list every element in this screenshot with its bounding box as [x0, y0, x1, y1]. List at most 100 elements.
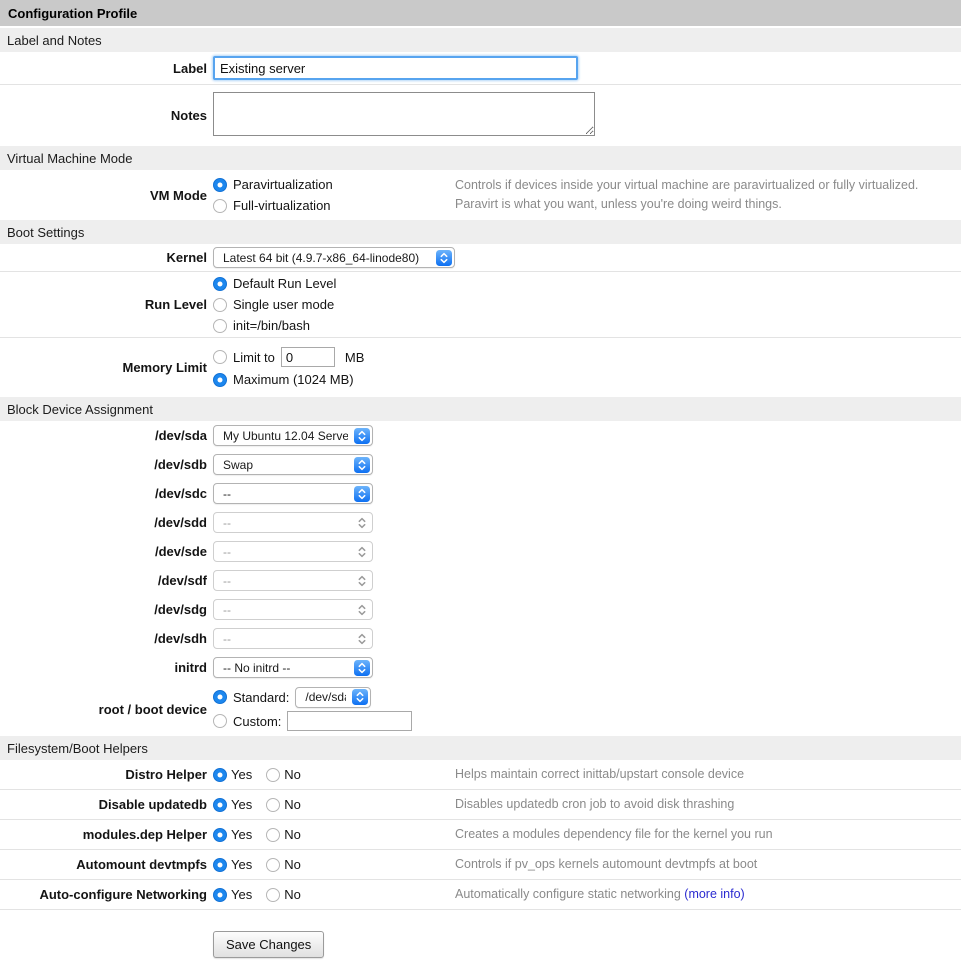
dev-sdd-select[interactable]: -- — [213, 512, 373, 533]
kernel-select[interactable]: Latest 64 bit (4.9.7-x86_64-linode80) — [213, 247, 455, 268]
disable-updatedb-label: Disable updatedb — [0, 797, 213, 812]
vm-mode-help-text: Controls if devices inside your virtual … — [455, 176, 918, 214]
select-stepper-icon — [352, 689, 368, 705]
automount-devtmpfs-help-text: Controls if pv_ops kernels automount dev… — [455, 855, 757, 874]
automount-devtmpfs-no-radio[interactable] — [266, 858, 280, 872]
notes-textarea[interactable] — [213, 92, 595, 136]
run-level-row: Run Level Default Run LevelSingle user m… — [0, 272, 961, 338]
initrd-select[interactable]: -- No initrd -- — [213, 657, 373, 678]
label-input[interactable] — [213, 56, 578, 80]
disable-updatedb-row: Disable updatedbYesNoDisables updatedb c… — [0, 790, 961, 820]
initrd-label: initrd — [0, 660, 213, 675]
dev-sdg-row: /dev/sdg-- — [0, 595, 453, 624]
select-stepper-icon — [354, 428, 370, 444]
modules-dep-helper-yes-radio[interactable] — [213, 828, 227, 842]
dev-sdc-select[interactable]: -- — [213, 483, 373, 504]
dev-sdg-label: /dev/sdg — [0, 602, 213, 617]
automount-devtmpfs-no-label: No — [284, 857, 301, 872]
root-device-select[interactable]: /dev/sda — [295, 687, 371, 708]
dev-sde-label: /dev/sde — [0, 544, 213, 559]
root-boot-device-label: root / boot device — [0, 702, 213, 717]
single-user-mode-radio-label: Single user mode — [233, 297, 334, 312]
dev-sdb-select[interactable]: Swap — [213, 454, 373, 475]
single-user-mode-radio[interactable] — [213, 298, 227, 312]
select-stepper-icon — [436, 250, 452, 266]
modules-dep-helper-label: modules.dep Helper — [0, 827, 213, 842]
section-label-and-notes: Label Notes — [0, 52, 961, 146]
dev-sda-select[interactable]: My Ubuntu 12.04 Server — [213, 425, 373, 446]
auto-configure-networking-yes-radio[interactable] — [213, 888, 227, 902]
auto-configure-networking-label: Auto-configure Networking — [0, 887, 213, 902]
distro-helper-no-label: No — [284, 767, 301, 782]
configuration-profile-page: Configuration Profile Label and Notes La… — [0, 0, 961, 978]
distro-helper-row: Distro Helper Yes No Helps maintain correct… — [0, 760, 961, 790]
auto-configure-networking-no-radio[interactable] — [266, 888, 280, 902]
dev-sdd-row: /dev/sdd-- — [0, 508, 453, 537]
default-run-level-radio[interactable] — [213, 277, 227, 291]
modules-dep-helper-help-text: Creates a modules dependency file for th… — [455, 825, 773, 844]
root-custom-input[interactable] — [287, 711, 412, 731]
distro-helper-label: Distro Helper — [0, 767, 213, 782]
more-info-link[interactable]: (more info) — [684, 887, 744, 901]
root-custom-radio[interactable] — [213, 714, 227, 728]
automount-devtmpfs-label: Automount devtmpfs — [0, 857, 213, 872]
distro-helper-no-radio[interactable] — [266, 768, 280, 782]
auto-configure-networking-yes-label: Yes — [231, 887, 252, 902]
disable-updatedb-no-radio[interactable] — [266, 798, 280, 812]
dev-sdc-label: /dev/sdc — [0, 486, 213, 501]
root-standard-radio[interactable] — [213, 690, 227, 704]
automount-devtmpfs-yes-radio[interactable] — [213, 858, 227, 872]
memory-limit-label: Memory Limit — [0, 360, 213, 375]
dev-sde-row: /dev/sde-- — [0, 537, 453, 566]
distro-helper-yes-label: Yes — [231, 767, 252, 782]
auto-configure-networking-no-label: No — [284, 887, 301, 902]
memory-limit-to-label: Limit to — [233, 350, 275, 365]
dev-sdb-label: /dev/sdb — [0, 457, 213, 472]
memory-limit-input[interactable] — [281, 347, 335, 367]
run-level-options: Default Run LevelSingle user modeinit=/b… — [213, 273, 455, 336]
modules-dep-helper-row: modules.dep HelperYesNoCreates a modules… — [0, 820, 961, 850]
dev-sda-label: /dev/sda — [0, 428, 213, 443]
dev-sdh-select[interactable]: -- — [213, 628, 373, 649]
modules-dep-helper-no-radio[interactable] — [266, 828, 280, 842]
disable-updatedb-no-label: No — [284, 797, 301, 812]
dev-sdh-row: /dev/sdh-- — [0, 624, 453, 653]
root-custom-label: Custom: — [233, 714, 281, 729]
dev-sdb-row: /dev/sdbSwap — [0, 450, 453, 479]
dev-sdg-select[interactable]: -- — [213, 599, 373, 620]
memory-maximum-label: Maximum (1024 MB) — [233, 372, 354, 387]
section-boot-settings: Kernel Latest 64 bit (4.9.7-x86_64-linod… — [0, 244, 961, 397]
section-helpers: Distro Helper Yes No Helps maintain correct… — [0, 760, 961, 910]
modules-dep-helper-yes-label: Yes — [231, 827, 252, 842]
label-row: Label — [0, 52, 961, 85]
dev-sdf-label: /dev/sdf — [0, 573, 213, 588]
dev-sdf-row: /dev/sdf-- — [0, 566, 453, 595]
memory-maximum-radio[interactable] — [213, 373, 227, 387]
memory-limit-to-radio[interactable] — [213, 350, 227, 364]
automount-devtmpfs-row: Automount devtmpfs Yes No Controls if pv_op… — [0, 850, 961, 880]
full-virtualization-radio[interactable] — [213, 199, 227, 213]
vm-mode-label: VM Mode — [0, 188, 213, 203]
select-stepper-icon — [354, 515, 370, 531]
save-changes-button[interactable]: Save Changes — [213, 931, 324, 958]
select-stepper-icon — [354, 631, 370, 647]
dev-sde-select[interactable]: -- — [213, 541, 373, 562]
distro-helper-yes-radio[interactable] — [213, 768, 227, 782]
select-stepper-icon — [354, 457, 370, 473]
select-stepper-icon — [354, 660, 370, 676]
disable-updatedb-yes-label: Yes — [231, 797, 252, 812]
run-level-label: Run Level — [0, 297, 213, 312]
vm-mode-options: Paravirtualization Full-virtualization — [213, 174, 455, 216]
paravirtualization-radio[interactable] — [213, 178, 227, 192]
dev-sdf-select[interactable]: -- — [213, 570, 373, 591]
root-boot-device-row: root / boot device Standard: /dev/sda Cu… — [0, 682, 453, 736]
select-stepper-icon — [354, 486, 370, 502]
disable-updatedb-yes-radio[interactable] — [213, 798, 227, 812]
init-bin-bash-radio[interactable] — [213, 319, 227, 333]
automount-devtmpfs-yes-label: Yes — [231, 857, 252, 872]
dev-sdc-row: /dev/sdc-- — [0, 479, 453, 508]
paravirtualization-radio-label: Paravirtualization — [233, 177, 333, 192]
full-virtualization-radio-label: Full-virtualization — [233, 198, 331, 213]
distro-helper-help-text: Helps maintain correct inittab/upstart c… — [455, 765, 744, 784]
section-header-block-device-assignment: Block Device Assignment — [0, 397, 961, 421]
